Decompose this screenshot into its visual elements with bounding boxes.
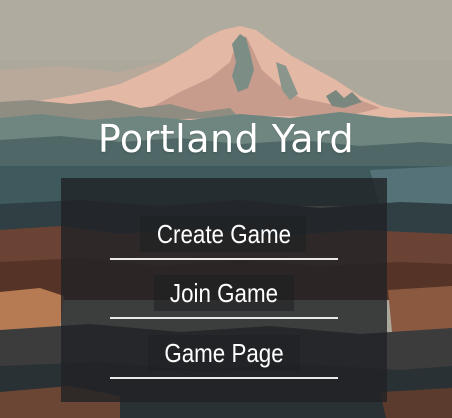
page-title: Portland Yard — [97, 117, 355, 161]
create-game-button[interactable]: Create Game — [110, 210, 338, 260]
main-menu-panel: Create Game Join Game Game Page — [61, 178, 387, 402]
game-page-label: Game Page — [164, 338, 284, 368]
join-game-label: Join Game — [169, 278, 279, 308]
game-page-underline — [110, 377, 338, 379]
game-page-button[interactable]: Game Page — [110, 329, 338, 379]
foreground-rust-right — [380, 388, 452, 418]
create-game-underline — [110, 258, 338, 260]
join-game-underline — [110, 317, 338, 319]
create-game-label: Create Game — [156, 219, 292, 249]
join-game-button[interactable]: Join Game — [110, 269, 338, 319]
orange-right-patch — [388, 286, 452, 332]
